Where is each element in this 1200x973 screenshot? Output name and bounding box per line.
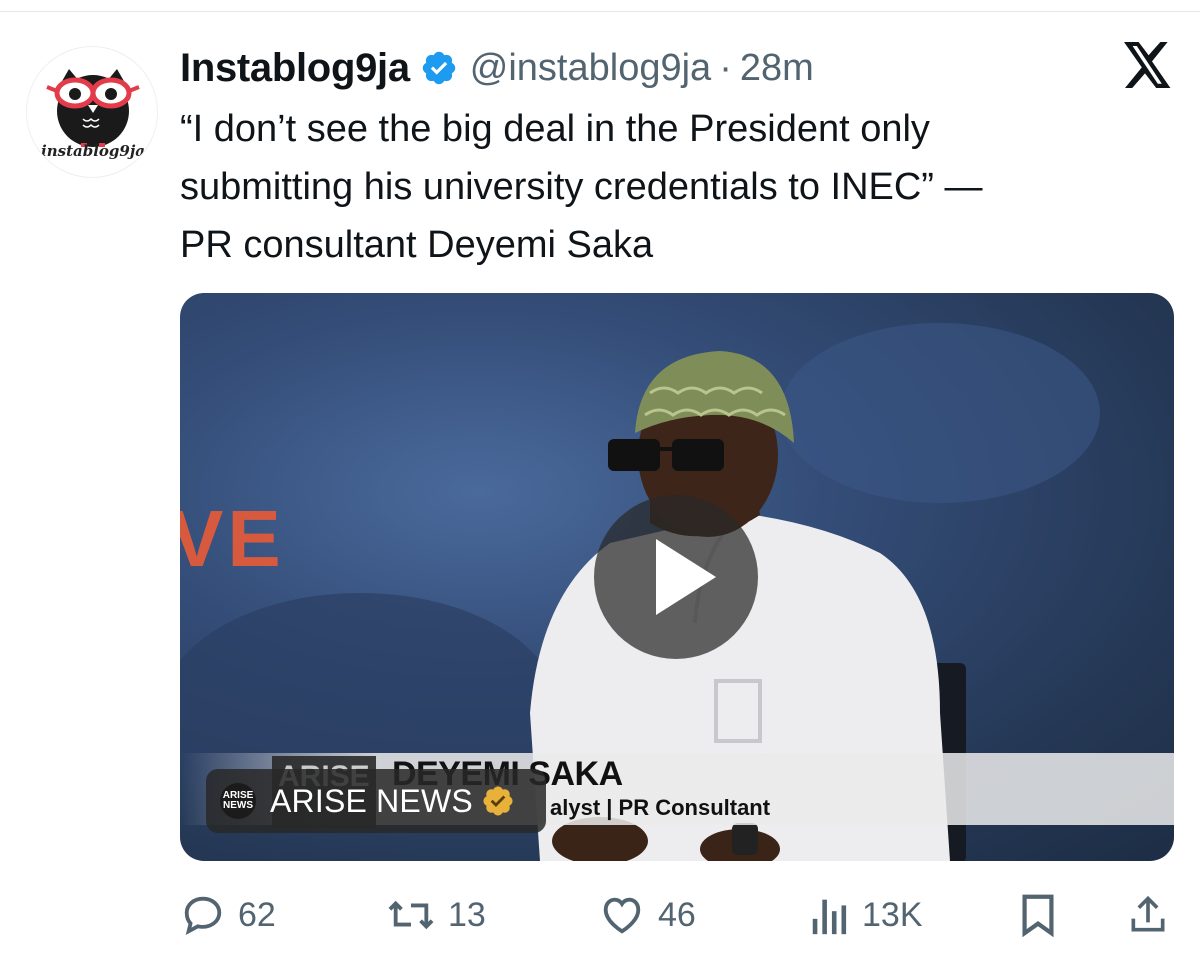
tweet-text-line: “I don’t see the big deal in the Preside… (180, 108, 930, 150)
play-button[interactable] (594, 495, 758, 659)
tweet-header: Instablog9ja @instablog9ja · 28m (180, 40, 814, 96)
bookmark-icon (1022, 894, 1054, 938)
separator-dot: · (719, 46, 732, 89)
views-button[interactable]: 13K (810, 890, 923, 940)
studio-backdrop-text: VE (180, 494, 285, 583)
like-icon (603, 897, 641, 934)
like-button[interactable]: 46 (598, 890, 696, 940)
tweet-card[interactable]: instablog9ja Instablog9ja @instablog9ja … (0, 0, 1200, 973)
timestamp[interactable]: 28m (740, 47, 814, 90)
avatar-label: instablog9ja (41, 142, 145, 160)
repost-button[interactable]: 13 (386, 890, 486, 940)
avatar[interactable]: instablog9ja (26, 46, 158, 178)
tweet-text-line: submitting his university credentials to… (180, 166, 983, 208)
handle[interactable]: @instablog9ja (470, 47, 711, 90)
x-logo-icon[interactable] (1124, 42, 1172, 88)
display-name[interactable]: Instablog9ja (180, 46, 410, 91)
tweet-text: “I don’t see the big deal in the Preside… (180, 100, 1160, 274)
verified-badge-icon (420, 49, 458, 87)
repost-count: 13 (448, 895, 486, 934)
reply-count: 62 (238, 895, 276, 934)
video-player[interactable]: VE ARISE DEYEMI SAKA alyst | PR Consulta… (180, 293, 1174, 861)
source-badge[interactable]: ARISE NEWS ARISE NEWS (206, 769, 546, 833)
views-icon (812, 899, 847, 935)
views-count: 13K (862, 895, 923, 934)
gold-verified-badge-icon (481, 784, 515, 818)
arise-logo-icon: ARISE NEWS (220, 783, 256, 819)
arise-logo-bottom: NEWS (223, 800, 253, 811)
action-bar: 62 13 46 13K (0, 880, 1200, 950)
bookmark-button[interactable] (1018, 890, 1058, 940)
reply-icon (184, 896, 222, 936)
share-button[interactable] (1126, 890, 1170, 940)
source-badge-label: ARISE NEWS (270, 782, 473, 819)
share-icon (1131, 895, 1165, 932)
repost-icon (388, 900, 434, 930)
lower-third-role: alyst | PR Consultant (550, 795, 771, 820)
reply-button[interactable]: 62 (180, 890, 276, 940)
tweet-text-line: PR consultant Deyemi Saka (180, 224, 654, 266)
like-count: 46 (658, 895, 696, 934)
play-icon (656, 539, 716, 615)
